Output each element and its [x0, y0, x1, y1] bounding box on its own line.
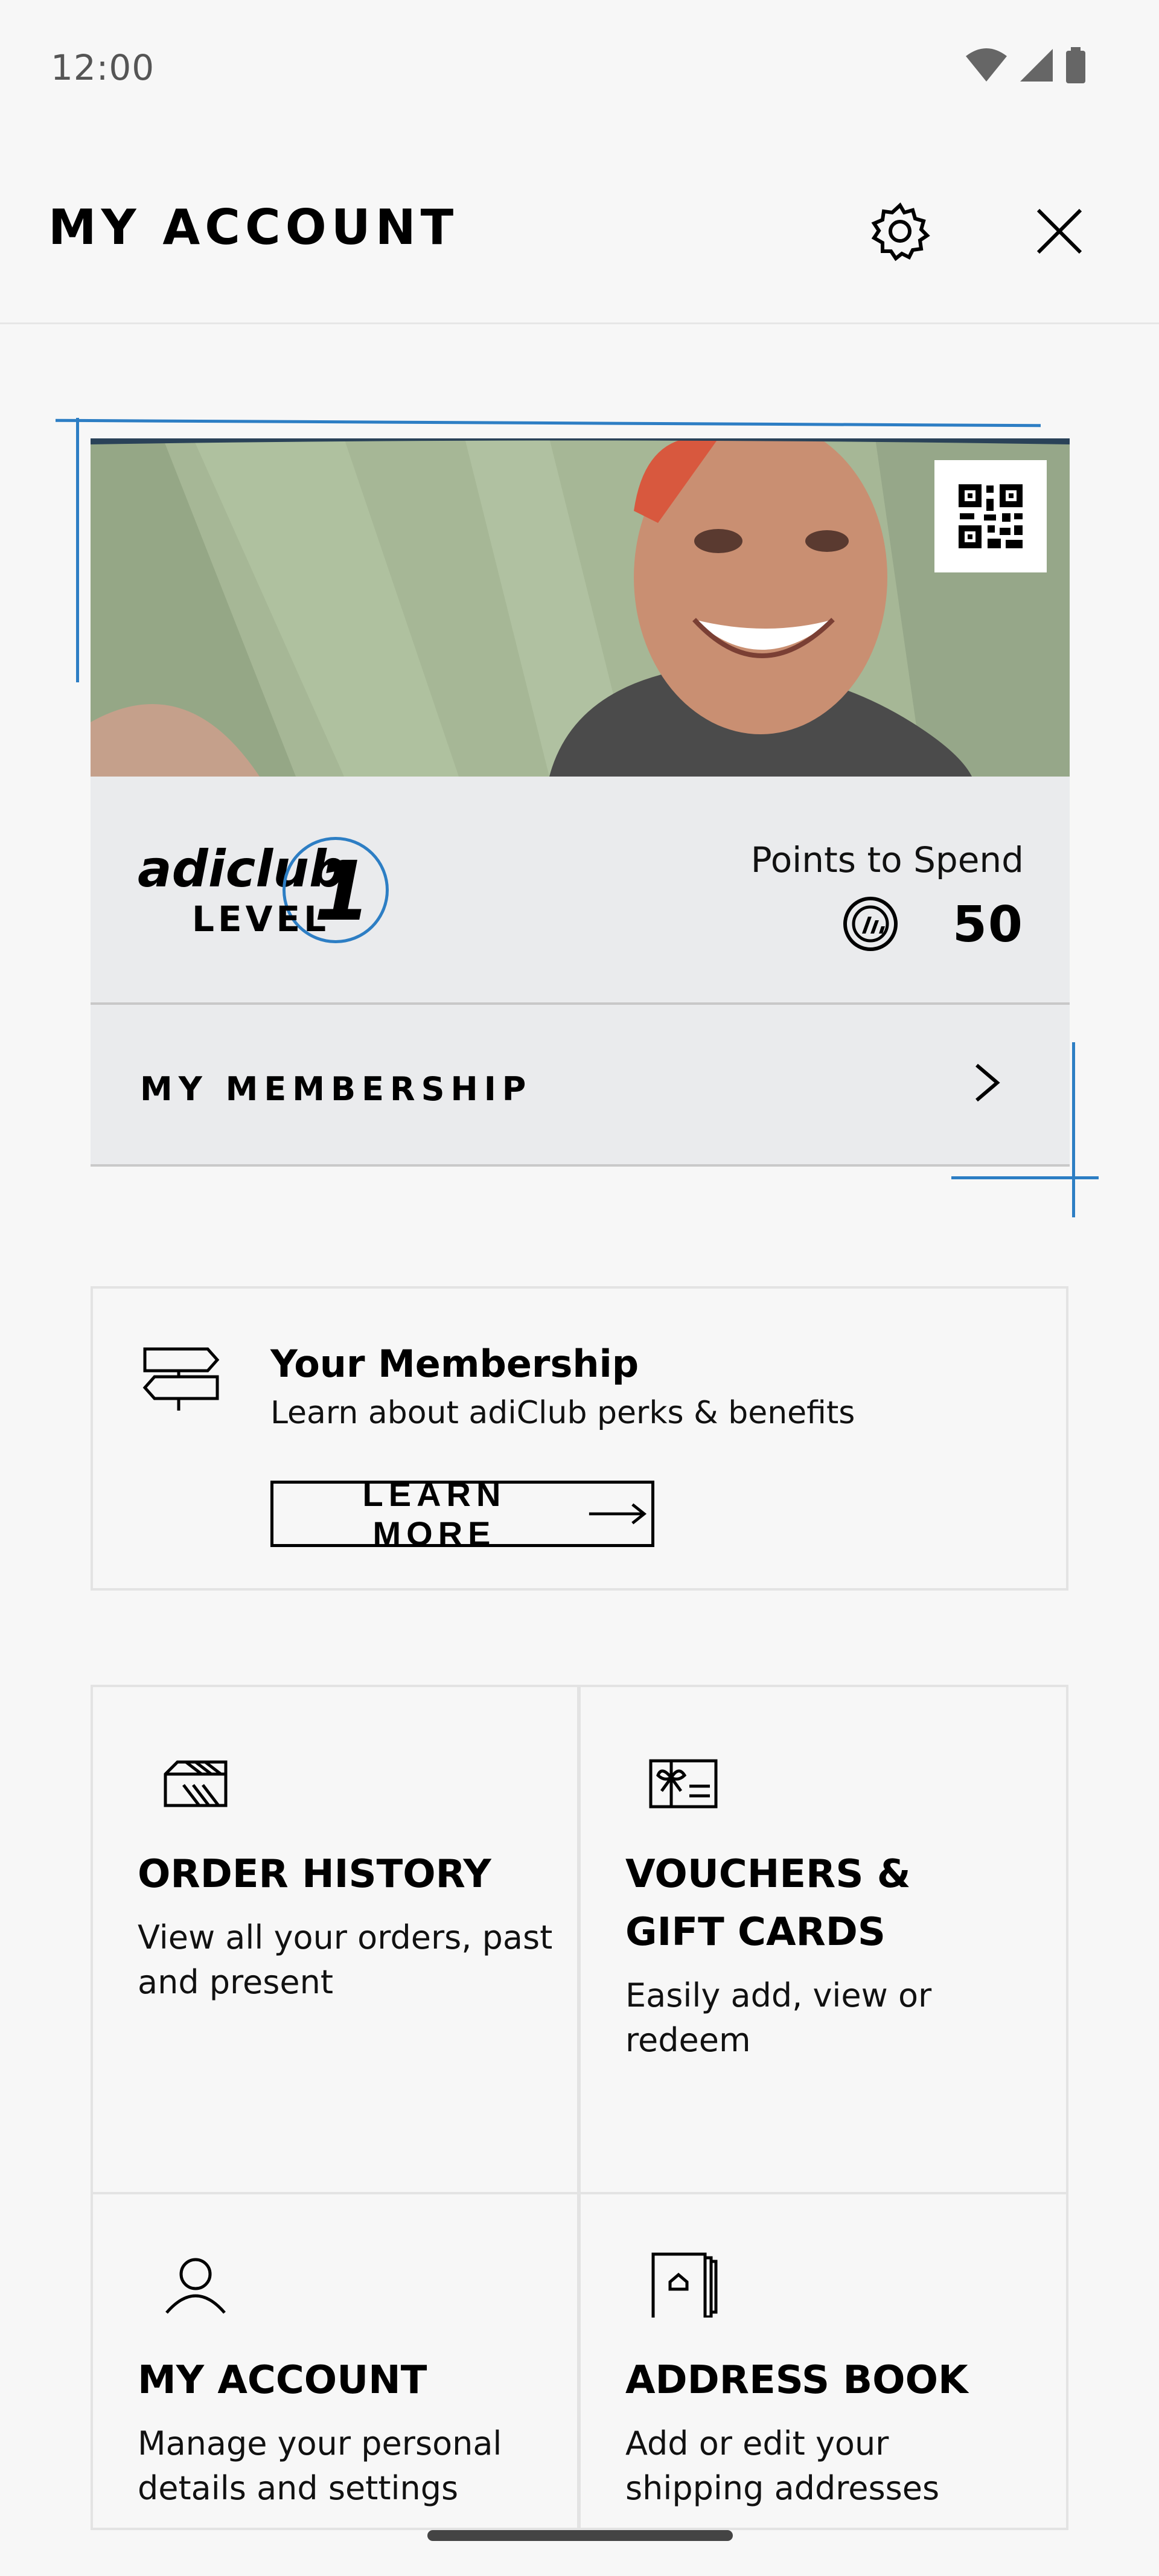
gear-icon [871, 202, 930, 261]
address-book-icon [651, 2252, 718, 2318]
close-icon [1036, 208, 1082, 254]
member-photo [91, 438, 1070, 777]
close-button[interactable] [1027, 199, 1091, 263]
status-time: 12:00 [51, 47, 155, 88]
sketch-line-right [1072, 1042, 1075, 1217]
member-photo-illustration [91, 438, 1070, 777]
your-membership-subtitle: Learn about adiClub perks & benefits [270, 1395, 855, 1431]
tile-subtitle: View all your orders, past and present [138, 1918, 553, 2001]
tile-title: ORDER HISTORY [138, 1852, 491, 1897]
tile-subtitle: Add or edit your shipping addresses [625, 2424, 940, 2507]
tile-title: MY ACCOUNT [138, 2358, 427, 2403]
page-title: MY ACCOUNT [48, 199, 459, 255]
box-icon [164, 1760, 228, 1807]
signpost-icon [142, 1347, 220, 1411]
header-divider [0, 322, 1159, 324]
tile-subtitle: Easily add, view or redeem [625, 1976, 932, 2059]
user-icon [165, 2258, 226, 2314]
tile-title: ADDRESS BOOK [625, 2358, 968, 2403]
gesture-nav-handle[interactable] [427, 2530, 733, 2541]
learn-more-label: LEARN MORE [362, 1475, 506, 1552]
card-bottom-line [91, 1164, 1070, 1167]
level-label: LEVEL [192, 899, 330, 940]
learn-more-button[interactable]: LEARN MORE [270, 1475, 654, 1552]
points-value: 50 [952, 896, 1024, 953]
qr-code-button[interactable] [934, 460, 1047, 572]
sketch-line-bottom [951, 1176, 1099, 1179]
status-icons [965, 47, 1087, 83]
my-membership-label: MY MEMBERSHIP [140, 1070, 532, 1108]
sketch-line-left [76, 418, 79, 682]
battery-icon [1066, 47, 1085, 83]
arrow-right-icon [589, 1503, 647, 1525]
gift-card-icon [649, 1759, 718, 1809]
chevron-right-icon [975, 1063, 1000, 1102]
your-membership-title: Your Membership [270, 1342, 639, 1386]
points-label: Points to Spend [750, 839, 1024, 880]
tile-subtitle: Manage your personal details and setting… [138, 2424, 502, 2507]
tile-vouchers-gift-cards[interactable]: VOUCHERS & GIFT CARDS Easily add, view o… [578, 1685, 1068, 2194]
tile-address-book[interactable]: ADDRESS BOOK Add or edit your shipping a… [578, 2192, 1068, 2530]
qr-code-icon [959, 484, 1023, 548]
tile-my-account[interactable]: MY ACCOUNT Manage your personal details … [91, 2192, 580, 2530]
tile-title: VOUCHERS & GIFT CARDS [625, 1852, 911, 1955]
wifi-icon [966, 48, 1007, 82]
tile-order-history[interactable]: ORDER HISTORY View all your orders, past… [91, 1685, 580, 2194]
level-number: 1 [314, 844, 371, 940]
sketch-line-top [55, 418, 1041, 428]
points-icon [843, 897, 898, 951]
settings-button[interactable] [868, 199, 932, 263]
signal-icon [1020, 49, 1053, 82]
